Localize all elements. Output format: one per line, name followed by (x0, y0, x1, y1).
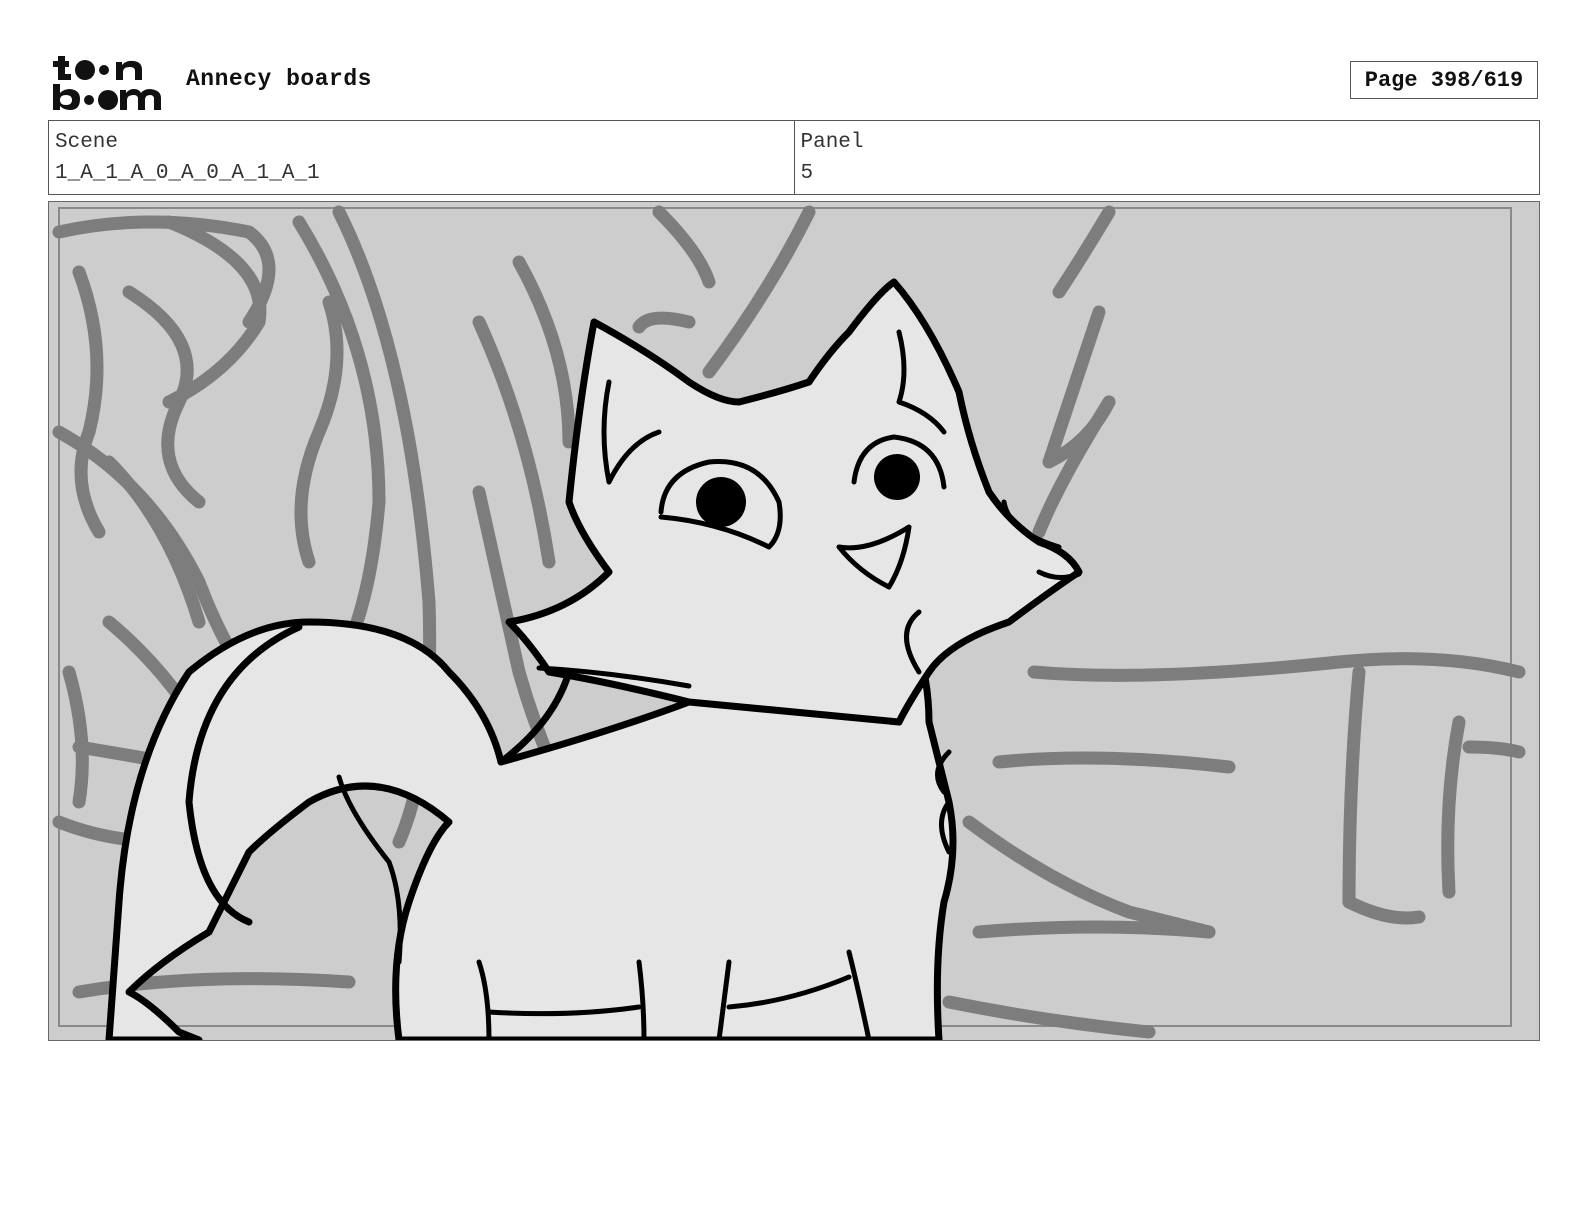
panel-label: Panel (800, 131, 864, 154)
scene-value: 1_A_1_A_0_A_0_A_1_A_1 (55, 162, 320, 185)
scene-cell: Scene 1_A_1_A_0_A_0_A_1_A_1 (49, 121, 794, 194)
panel-value: 5 (800, 162, 814, 185)
toon-boom-logo-icon (53, 56, 161, 110)
panel-cell: Panel 5 (793, 121, 1540, 194)
page-indicator: Page 398/619 (1350, 61, 1538, 99)
app-title: Annecy boards (186, 66, 372, 92)
scene-panel-info: Scene 1_A_1_A_0_A_0_A_1_A_1 Panel 5 (48, 120, 1540, 195)
storyboard-panel (48, 201, 1540, 1041)
storyboard-sketch-cat-icon (49, 202, 1539, 1040)
toon-boom-logo (52, 52, 164, 112)
scene-label: Scene (55, 131, 119, 154)
